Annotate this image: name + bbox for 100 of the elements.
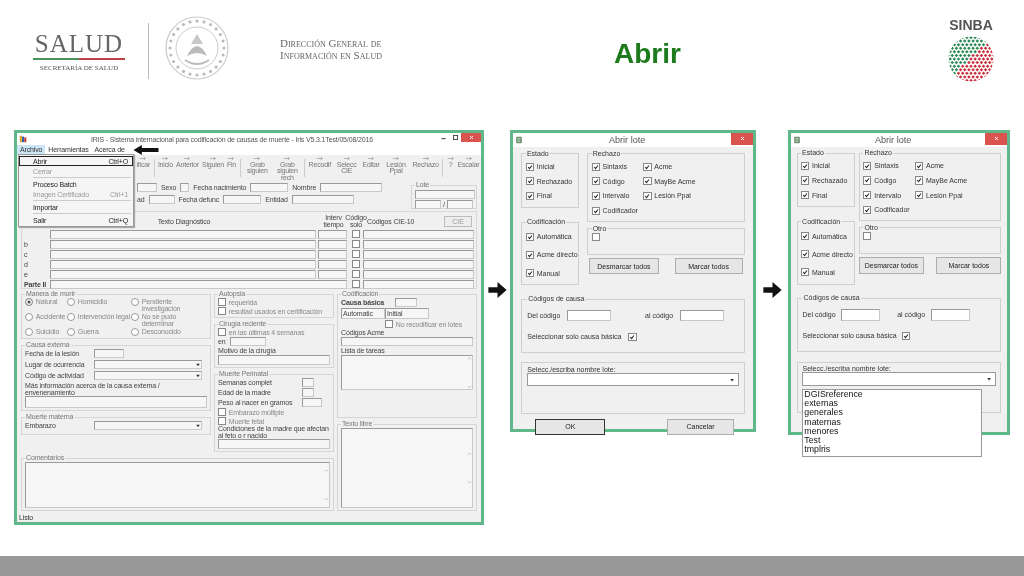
- input-field[interactable]: [930, 309, 970, 321]
- radio-button[interactable]: [25, 313, 34, 322]
- checkbox[interactable]: [643, 191, 652, 200]
- checkbox[interactable]: [218, 298, 227, 307]
- checkbox[interactable]: [351, 269, 360, 278]
- input-field[interactable]: [363, 229, 474, 239]
- input-field[interactable]: [318, 249, 347, 259]
- input-field[interactable]: [415, 190, 475, 199]
- checkbox[interactable]: [218, 307, 227, 316]
- input-field[interactable]: [229, 337, 266, 347]
- radio-button[interactable]: [67, 328, 76, 337]
- checkbox[interactable]: [591, 162, 600, 171]
- checkbox[interactable]: [643, 162, 652, 171]
- dropdown-field[interactable]: [802, 372, 996, 386]
- input-field[interactable]: [302, 378, 314, 388]
- checkbox[interactable]: [525, 162, 534, 171]
- checkbox[interactable]: [351, 279, 360, 288]
- checkbox[interactable]: [915, 176, 924, 185]
- checkbox[interactable]: [801, 232, 810, 241]
- checkbox[interactable]: [218, 408, 227, 417]
- checkbox[interactable]: [902, 331, 911, 340]
- radio-button[interactable]: [25, 298, 34, 307]
- input-field[interactable]: [148, 195, 175, 204]
- checkbox[interactable]: [801, 268, 810, 277]
- text-area[interactable]: [341, 428, 473, 508]
- input-field[interactable]: [341, 337, 473, 347]
- checkbox[interactable]: [915, 191, 924, 200]
- input-field[interactable]: [363, 259, 474, 269]
- input-field[interactable]: [320, 183, 383, 192]
- dropdown-field[interactable]: [94, 371, 202, 381]
- input-field[interactable]: [318, 269, 347, 279]
- radio-button[interactable]: [131, 313, 140, 322]
- text-area[interactable]: [218, 355, 330, 366]
- checkbox[interactable]: [801, 176, 810, 185]
- checkbox[interactable]: [863, 161, 872, 170]
- input-field[interactable]: [567, 310, 612, 322]
- checkbox[interactable]: [643, 177, 652, 186]
- checkbox[interactable]: [628, 332, 637, 341]
- list-option[interactable]: tmplris: [803, 445, 981, 455]
- dropdown-field[interactable]: [94, 421, 202, 431]
- list-option[interactable]: Test: [803, 435, 981, 446]
- checkbox[interactable]: [863, 176, 872, 185]
- input-field[interactable]: [250, 183, 289, 192]
- input-field[interactable]: [180, 183, 190, 192]
- input-field[interactable]: [680, 310, 725, 322]
- dropdown-field[interactable]: [527, 373, 739, 387]
- radio-button[interactable]: [67, 313, 76, 322]
- checkbox[interactable]: [385, 320, 394, 329]
- dropdown-field[interactable]: [94, 360, 202, 370]
- input-field[interactable]: [318, 239, 347, 249]
- checkbox[interactable]: [801, 250, 810, 259]
- input-field[interactable]: [50, 249, 316, 259]
- input-field[interactable]: [415, 200, 441, 209]
- checkbox[interactable]: [525, 177, 534, 186]
- checkbox[interactable]: [591, 232, 600, 241]
- input-field[interactable]: [291, 195, 354, 204]
- list-option[interactable]: DGISreference: [803, 390, 981, 400]
- input-field[interactable]: [50, 269, 316, 279]
- list-option[interactable]: generales: [803, 408, 981, 418]
- checkbox[interactable]: [351, 239, 360, 248]
- checkbox[interactable]: [351, 259, 360, 268]
- checkbox[interactable]: [525, 250, 534, 259]
- checkbox[interactable]: [863, 231, 872, 240]
- input-field[interactable]: [50, 279, 347, 289]
- input-field[interactable]: [50, 229, 316, 239]
- input-field[interactable]: [318, 229, 347, 239]
- checkbox[interactable]: [863, 205, 872, 214]
- input-field[interactable]: [446, 200, 473, 209]
- checkbox[interactable]: [801, 161, 810, 170]
- input-field[interactable]: [223, 195, 262, 204]
- text-area[interactable]: [25, 396, 207, 409]
- checkbox[interactable]: [525, 191, 534, 200]
- input-field[interactable]: [363, 249, 474, 259]
- input-field[interactable]: [302, 398, 322, 408]
- checkbox[interactable]: [591, 177, 600, 186]
- radio-button[interactable]: [67, 298, 76, 307]
- checkbox[interactable]: [591, 206, 600, 215]
- checkbox[interactable]: [591, 191, 600, 200]
- checkbox[interactable]: [351, 229, 360, 238]
- input-field[interactable]: [363, 269, 474, 279]
- checkbox[interactable]: [915, 161, 924, 170]
- input-field[interactable]: [94, 349, 124, 359]
- input-field[interactable]: [137, 183, 157, 192]
- list-option[interactable]: maternas: [803, 417, 981, 427]
- input-field[interactable]: [318, 259, 347, 269]
- input-field[interactable]: [841, 309, 881, 321]
- list-option[interactable]: menores: [803, 426, 981, 436]
- checkbox[interactable]: [351, 249, 360, 258]
- checkbox[interactable]: [525, 269, 534, 278]
- text-area[interactable]: [341, 355, 473, 391]
- input-field[interactable]: [363, 239, 474, 249]
- radio-button[interactable]: [131, 298, 140, 307]
- checkbox[interactable]: [218, 328, 227, 337]
- input-field[interactable]: [395, 298, 417, 307]
- radio-button[interactable]: [131, 328, 140, 337]
- checkbox[interactable]: [801, 191, 810, 200]
- input-field[interactable]: [302, 388, 314, 398]
- radio-button[interactable]: [25, 328, 34, 337]
- text-area[interactable]: [25, 462, 330, 508]
- list-option[interactable]: externas: [803, 399, 981, 409]
